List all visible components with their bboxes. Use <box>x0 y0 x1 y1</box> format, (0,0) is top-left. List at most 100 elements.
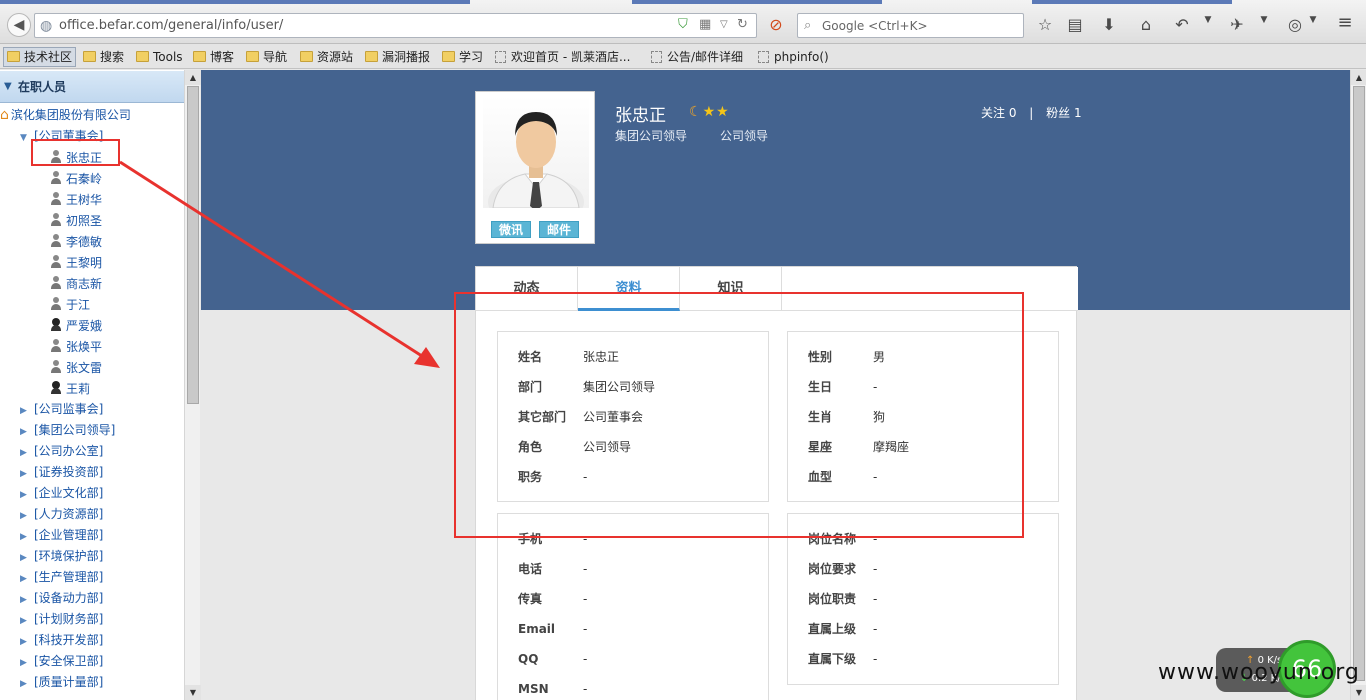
member-item[interactable]: 张焕平 <box>50 337 102 357</box>
member-item[interactable]: 商志新 <box>50 274 102 294</box>
tree-group[interactable]: ▶ [企业文化部] <box>20 483 103 503</box>
extension-icon[interactable]: ✈ <box>1226 15 1248 34</box>
chevron-right-icon: ▶ <box>20 532 27 542</box>
member-item[interactable]: 王莉 <box>50 379 90 399</box>
bookmark-folder[interactable]: 搜索 <box>83 49 124 65</box>
chevron-right-icon: ▶ <box>20 679 27 689</box>
scroll-up-icon[interactable]: ▲ <box>1351 70 1366 85</box>
info-row: Email - <box>518 620 587 638</box>
member-item[interactable]: 初照圣 <box>50 211 102 231</box>
scrollbar-thumb[interactable] <box>1353 86 1365 681</box>
address-bar[interactable]: ◍ office.befar.com/general/info/user/ ⛉ … <box>34 13 757 38</box>
tree-group[interactable]: ▶ [证券投资部] <box>20 462 103 482</box>
folder-icon <box>300 51 313 62</box>
contact-info: 手机 - 电话 - 传真 - Email - QQ - MSN - <box>497 513 769 700</box>
weixun-button[interactable]: 微讯 <box>491 221 531 238</box>
user-icon <box>50 234 62 248</box>
chevron-right-icon: ▶ <box>20 490 27 500</box>
dropdown-icon[interactable]: ▼ <box>1253 15 1275 25</box>
bookmark-label: 导航 <box>263 50 288 64</box>
tree-group-label: [计划财务部] <box>34 612 104 626</box>
tree-group-label: [生产管理部] <box>34 570 104 584</box>
bookmark-folder[interactable]: 技术社区 <box>3 47 77 67</box>
bookmark-label: Tools <box>153 50 183 64</box>
info-label: 岗位职责 <box>808 592 857 606</box>
tree-group[interactable]: ▶ [质量计量部] <box>20 672 103 692</box>
folder-icon <box>442 51 455 62</box>
reading-list-icon[interactable]: ▤ <box>1064 15 1086 34</box>
reload-icon[interactable]: ↻ <box>737 17 748 32</box>
tree-group[interactable]: ▶ [环境保护部] <box>20 546 103 566</box>
download-icon[interactable]: ⬇ <box>1098 15 1120 34</box>
tree-group[interactable]: ▶ [集团公司领导] <box>20 420 115 440</box>
tree-group[interactable]: ▶ [计划财务部] <box>20 609 103 629</box>
bookmark-folder[interactable]: 资源站 <box>300 49 353 65</box>
dropdown-icon[interactable]: ▼ <box>1197 15 1219 25</box>
sidebar-scrollbar[interactable]: ▲ ▼ <box>184 70 201 700</box>
tree-group[interactable]: ▶ [生产管理部] <box>20 567 103 587</box>
bookmark-folder[interactable]: 导航 <box>246 49 287 65</box>
bookmark-label: 博客 <box>210 50 235 64</box>
tree-group[interactable]: ▶ [公司监事会] <box>20 399 103 419</box>
member-item[interactable]: 张文雷 <box>50 358 102 378</box>
member-name: 于江 <box>66 298 91 312</box>
page-scrollbar[interactable]: ▲ ▼ <box>1350 70 1366 700</box>
folder-icon <box>193 51 206 62</box>
sidebar-header[interactable]: ▼ 在职人员 <box>0 71 184 103</box>
undo-icon[interactable]: ↶ <box>1171 15 1193 34</box>
tree-group[interactable]: ▶ [公司办公室] <box>20 441 103 461</box>
avatar <box>483 96 589 228</box>
info-label: 直属下级 <box>808 652 857 666</box>
search-box[interactable]: ⌕ Google <Ctrl+K> <box>797 13 1024 38</box>
bookmark-page[interactable]: 公告/邮件详细 <box>651 49 743 65</box>
bookmark-label: 学习 <box>459 50 484 64</box>
scroll-up-icon[interactable]: ▲ <box>185 70 201 85</box>
fans-count[interactable]: 粉丝 1 <box>1046 106 1081 120</box>
rank-icons: ☾★★ <box>689 104 730 120</box>
member-name: 李德敏 <box>66 235 103 249</box>
member-item[interactable]: 王树华 <box>50 190 102 210</box>
shield-icon[interactable]: ⛉ <box>678 17 688 32</box>
tree-group[interactable]: ▶ [人力资源部] <box>20 504 103 524</box>
tree-group[interactable]: ▶ [设备动力部] <box>20 588 103 608</box>
member-item[interactable]: 石秦岭 <box>50 169 102 189</box>
member-item[interactable]: 于江 <box>50 295 90 315</box>
member-name: 王黎明 <box>66 256 103 270</box>
tree-group[interactable]: ▶ [安全保卫部] <box>20 651 103 671</box>
home-icon[interactable]: ⌂ <box>1135 15 1157 34</box>
bookmark-page[interactable]: 欢迎首页 - 凯莱酒店... <box>495 49 630 65</box>
info-label: Email <box>518 622 556 636</box>
avatar-card: 微讯 邮件 <box>475 91 595 244</box>
member-name: 初照圣 <box>66 214 103 228</box>
dropdown-icon[interactable]: ▼ <box>1302 15 1324 25</box>
scroll-down-icon[interactable]: ▼ <box>185 685 201 700</box>
search-icon: ⌕ <box>804 18 812 33</box>
chevron-down-icon: ▼ <box>20 133 27 143</box>
sidebar-title: 在职人员 <box>18 80 67 94</box>
annotation-box-info <box>454 292 1024 538</box>
scroll-down-icon[interactable]: ▼ <box>1351 685 1366 700</box>
tree-root[interactable]: ⌂ 滨化集团股份有限公司 <box>0 105 131 125</box>
scrollbar-thumb[interactable] <box>187 86 199 404</box>
chevron-right-icon: ▶ <box>20 469 27 479</box>
bookmark-folder[interactable]: 漏洞播报 <box>365 49 430 65</box>
member-item[interactable]: 李德敏 <box>50 232 102 252</box>
back-button[interactable]: ◀ <box>7 13 31 37</box>
bookmark-folder[interactable]: Tools <box>136 49 183 65</box>
qrcode-icon[interactable]: ▦ <box>699 17 711 32</box>
bookmark-folder[interactable]: 博客 <box>193 49 234 65</box>
mail-button[interactable]: 邮件 <box>539 221 579 238</box>
bookmark-page[interactable]: phpinfo() <box>758 49 829 65</box>
follow-count[interactable]: 关注 0 <box>981 106 1016 120</box>
chevron-right-icon: ▶ <box>20 448 27 458</box>
bookmark-folder[interactable]: 学习 <box>442 49 483 65</box>
block-icon[interactable]: ⊘ <box>765 15 787 34</box>
member-item[interactable]: 严爱娥 <box>50 316 102 336</box>
tree-group[interactable]: ▶ [企业管理部] <box>20 525 103 545</box>
tree-group[interactable]: ▶ [科技开发部] <box>20 630 103 650</box>
member-item[interactable]: 王黎明 <box>50 253 102 273</box>
bookmark-star-icon[interactable]: ☆ <box>1034 15 1056 34</box>
menu-icon[interactable]: ≡ <box>1334 12 1356 33</box>
info-label: 岗位要求 <box>808 562 857 576</box>
dropdown-icon[interactable]: ▽ <box>720 19 728 30</box>
